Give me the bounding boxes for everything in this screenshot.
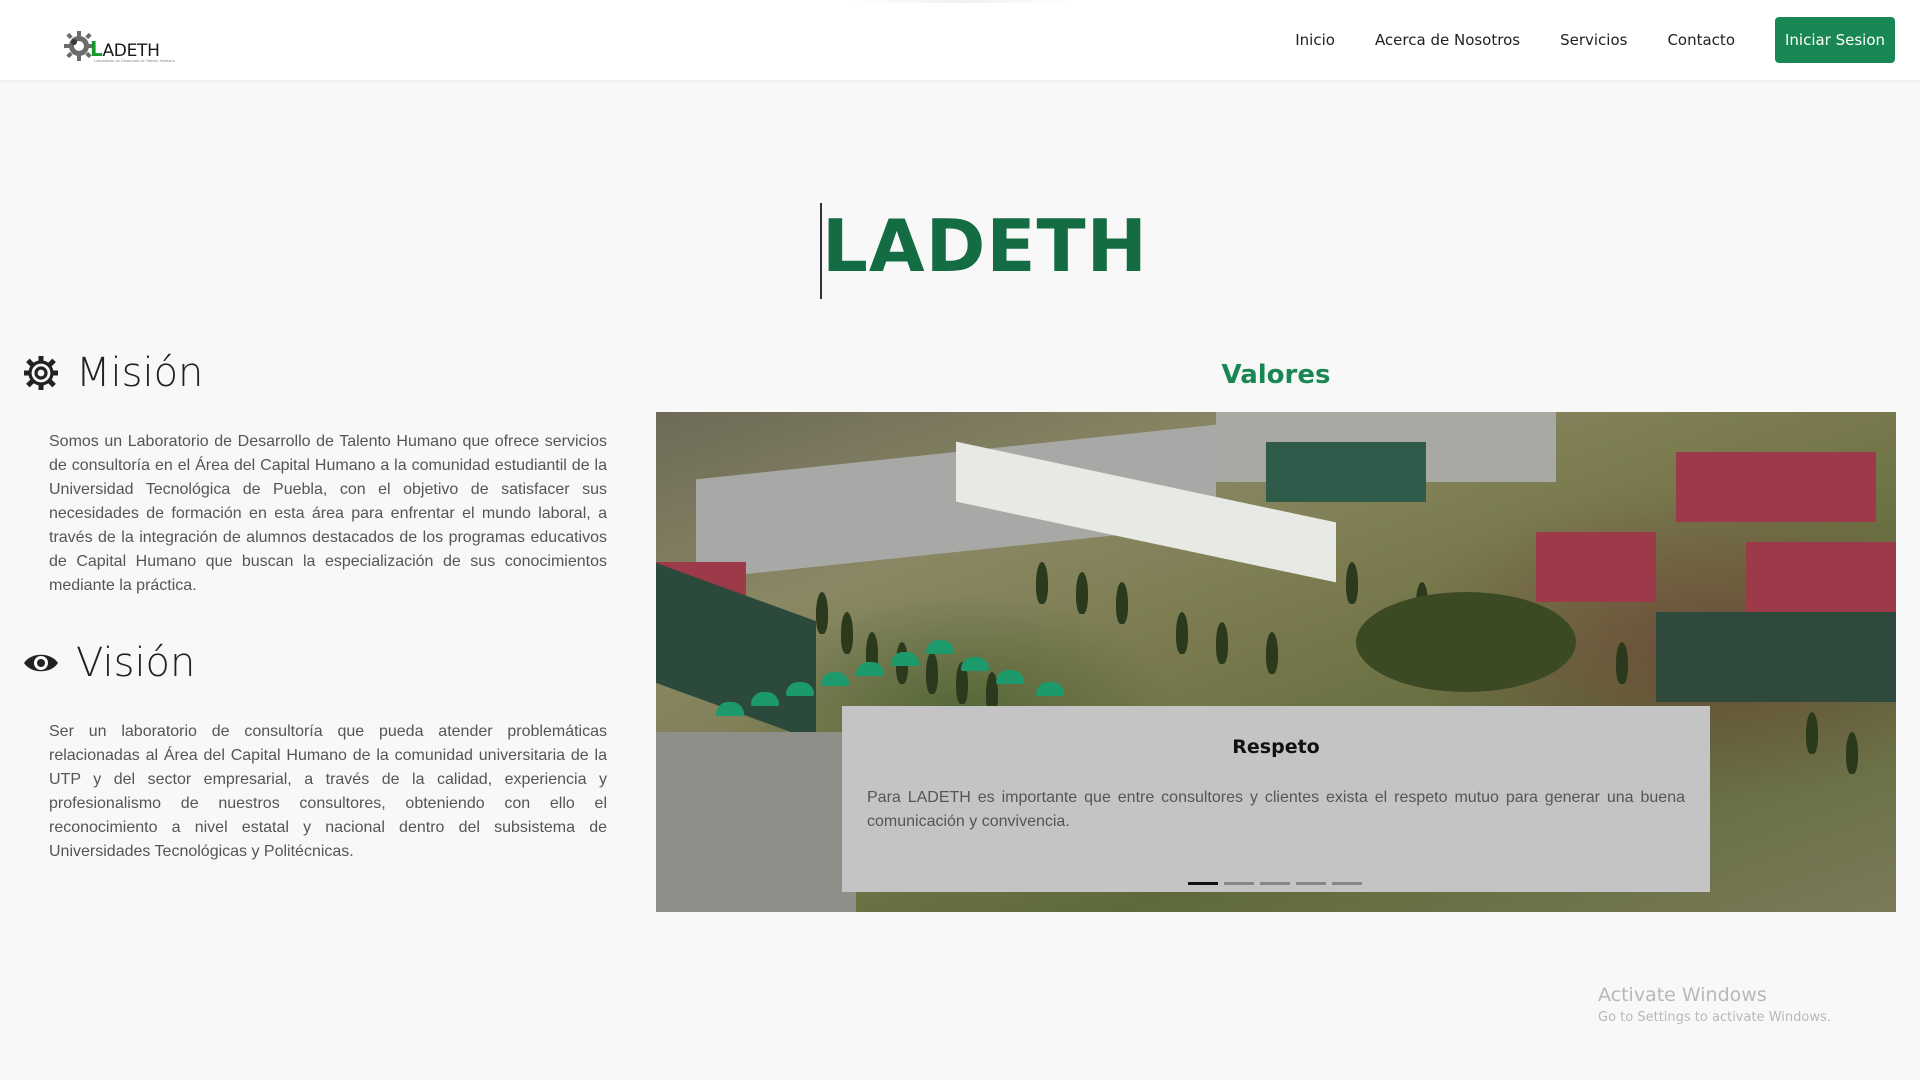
carousel-indicator-5[interactable] xyxy=(1332,882,1362,885)
windows-activation-watermark: Activate Windows Go to Settings to activ… xyxy=(1598,984,1831,1025)
page-title: LADETH xyxy=(822,204,1148,288)
watermark-title: Activate Windows xyxy=(1598,984,1767,1006)
eye-icon xyxy=(24,654,58,672)
nav-links: Inicio Acerca de Nosotros Servicios Cont… xyxy=(1295,0,1920,80)
nav-link-inicio[interactable]: Inicio xyxy=(1295,31,1335,49)
mision-text: Somos un Laboratorio de Desarrollo de Ta… xyxy=(49,433,607,594)
mision-heading-text: Misión xyxy=(76,350,204,396)
brand-tagline: Laboratorio de Desarrollo de Talento Hum… xyxy=(94,58,175,63)
watermark-subtitle: Go to Settings to activate Windows. xyxy=(1598,1010,1831,1025)
vision-text: Ser un laboratorio de consultoría que pu… xyxy=(49,723,607,860)
nav-link-servicios[interactable]: Servicios xyxy=(1560,31,1627,49)
nav-link-acerca[interactable]: Acerca de Nosotros xyxy=(1375,31,1520,49)
vision-heading: Visión xyxy=(22,640,195,686)
caption-title: Respeto xyxy=(1232,736,1320,758)
caption-text: Para LADETH es importante que entre cons… xyxy=(867,789,1685,830)
brand-logo[interactable]: LADETH Laboratorio de Desarrollo de Tale… xyxy=(62,25,175,67)
carousel-indicator-1[interactable] xyxy=(1188,882,1218,885)
navbar: LADETH Laboratorio de Desarrollo de Tale… xyxy=(0,0,1920,80)
carousel-indicator-3[interactable] xyxy=(1260,882,1290,885)
carousel-caption: Respeto Para LADETH es importante que en… xyxy=(842,706,1710,892)
valores-heading: Valores xyxy=(1221,360,1331,390)
mision-heading: Misión xyxy=(22,350,203,396)
valores-carousel[interactable]: Respeto Para LADETH es importante que en… xyxy=(656,412,1896,912)
gear-icon xyxy=(24,356,58,390)
carousel-indicators xyxy=(1188,882,1368,885)
carousel-indicator-4[interactable] xyxy=(1296,882,1326,885)
login-button[interactable]: Iniciar Sesion xyxy=(1775,17,1895,63)
nav-shadow xyxy=(850,0,1075,3)
vision-heading-text: Visión xyxy=(76,640,196,686)
carousel-indicator-2[interactable] xyxy=(1224,882,1254,885)
nav-link-contacto[interactable]: Contacto xyxy=(1667,31,1735,49)
